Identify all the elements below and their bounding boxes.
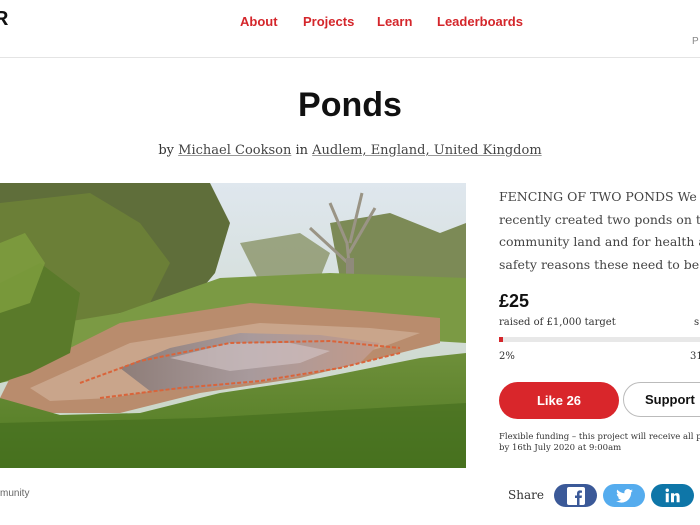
byline: by Michael Cookson in Audlem, England, U… [0,143,700,158]
raised-target-text: raised of £1,000 target [499,317,616,328]
description-line: recently created two ponds on the [499,211,700,227]
byline-by: by [158,143,174,158]
share-linkedin-button[interactable] [651,484,694,507]
nav-about[interactable]: About [240,14,278,29]
project-image [0,183,466,468]
byline-in: in [295,143,309,158]
site-logo[interactable]: R [0,8,8,31]
funding-progress-bar [499,337,700,342]
facebook-icon [566,486,585,505]
days-left-count: 31 [690,351,700,362]
supporters-label: s [694,317,700,328]
page-title: Ponds [298,86,402,124]
funding-note-line: Flexible funding – this project will rec… [499,432,700,442]
share-twitter-button[interactable] [603,484,645,507]
share-label: Share [508,488,544,502]
funding-progress-fill [499,337,504,342]
header-corner-text[interactable]: P [692,36,699,47]
author-link[interactable]: Michael Cookson [178,143,291,158]
support-button[interactable]: Support [623,382,700,417]
funding-note-line: by 16th July 2020 at 9:00am [499,443,622,453]
image-caption: munity [0,488,30,499]
like-button[interactable]: Like 26 [499,382,619,419]
description-line: community land and for health an [499,234,700,249]
funding-note: Flexible funding – this project will rec… [499,432,700,454]
nav-leaderboards[interactable]: Leaderboards [437,14,523,29]
location-link[interactable]: Audlem, England, United Kingdom [312,143,541,158]
percent-funded: 2% [499,351,515,362]
nav-learn[interactable]: Learn [377,14,412,29]
description-line: FENCING OF TWO PONDS We ha [499,189,700,204]
nav-projects[interactable]: Projects [303,14,354,29]
share-facebook-button[interactable] [554,484,597,507]
linkedin-icon [665,488,680,503]
description-line: safety reasons these need to be fer [499,256,700,272]
project-description: FENCING OF TWO PONDS We ha recently crea… [499,186,700,276]
twitter-icon [615,488,633,503]
raised-amount: £25 [499,291,530,311]
header-divider [0,57,700,58]
